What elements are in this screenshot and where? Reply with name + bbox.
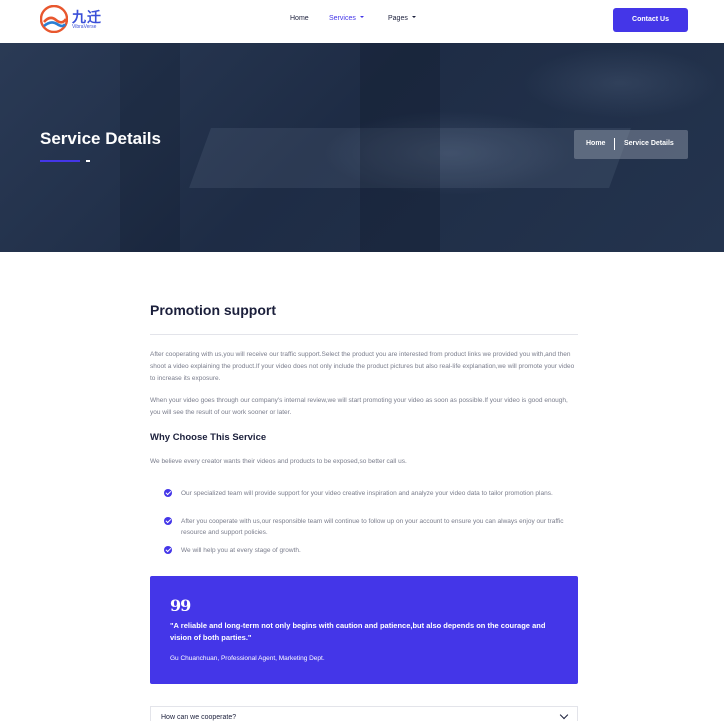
breadcrumb: Home Service Details: [574, 130, 688, 159]
page-title: Service Details: [40, 129, 161, 148]
nav-services[interactable]: Services: [329, 15, 364, 22]
title-underline: [40, 160, 80, 162]
breadcrumb-home[interactable]: Home: [586, 140, 605, 147]
chevron-down-icon: [411, 16, 416, 19]
logo[interactable]: 九迁 VibraVerse: [40, 5, 104, 35]
quote-icon: 99: [170, 596, 191, 615]
contact-us-button[interactable]: Contact Us: [613, 8, 688, 32]
faq-accordion-item[interactable]: How can we cooperate?: [150, 706, 578, 721]
quote-text: "A reliable and long-term not only begin…: [170, 621, 546, 642]
chevron-down-icon: [559, 710, 569, 720]
service-paragraph: When your video goes through our company…: [150, 397, 568, 416]
why-choose-text: We believe every creator wants their vid…: [150, 458, 407, 465]
service-title: Promotion support: [150, 302, 276, 318]
divider: [150, 334, 578, 335]
why-choose-heading: Why Choose This Service: [150, 432, 267, 443]
title-underline-dot: [86, 160, 90, 162]
hero-banner: Service Details Home Service Details: [0, 43, 724, 252]
service-paragraph: After cooperating with us,you will recei…: [150, 351, 575, 382]
quote-author: Gu Chuanchuan, Professional Agent, Marke…: [170, 655, 325, 662]
checklist-item-text: Our specialized team will provide suppor…: [181, 490, 553, 497]
testimonial-quote: 99 "A reliable and long-term not only be…: [150, 576, 578, 684]
logo-mark-icon: [40, 5, 68, 33]
chevron-down-icon: [359, 16, 364, 19]
nav-home-label: Home: [290, 15, 309, 22]
check-circle-icon: [164, 489, 172, 497]
nav-pages-label: Pages: [388, 15, 408, 22]
checklist-item-text: After you cooperate with us,our responsi…: [181, 518, 564, 536]
logo-text-en: VibraVerse: [72, 24, 97, 30]
nav-pages[interactable]: Pages: [388, 15, 416, 22]
hero-bg-shadow: [360, 43, 440, 252]
breadcrumb-current: Service Details: [624, 140, 674, 147]
faq-question: How can we cooperate?: [161, 714, 237, 721]
checklist-item-text: We will help you at every stage of growt…: [181, 547, 301, 554]
breadcrumb-separator: [614, 138, 615, 150]
check-circle-icon: [164, 546, 172, 554]
nav-services-label: Services: [329, 15, 356, 22]
nav-home[interactable]: Home: [290, 15, 309, 22]
check-circle-icon: [164, 517, 172, 525]
site-header: 九迁 VibraVerse Home Services Pages Contac…: [0, 0, 724, 43]
